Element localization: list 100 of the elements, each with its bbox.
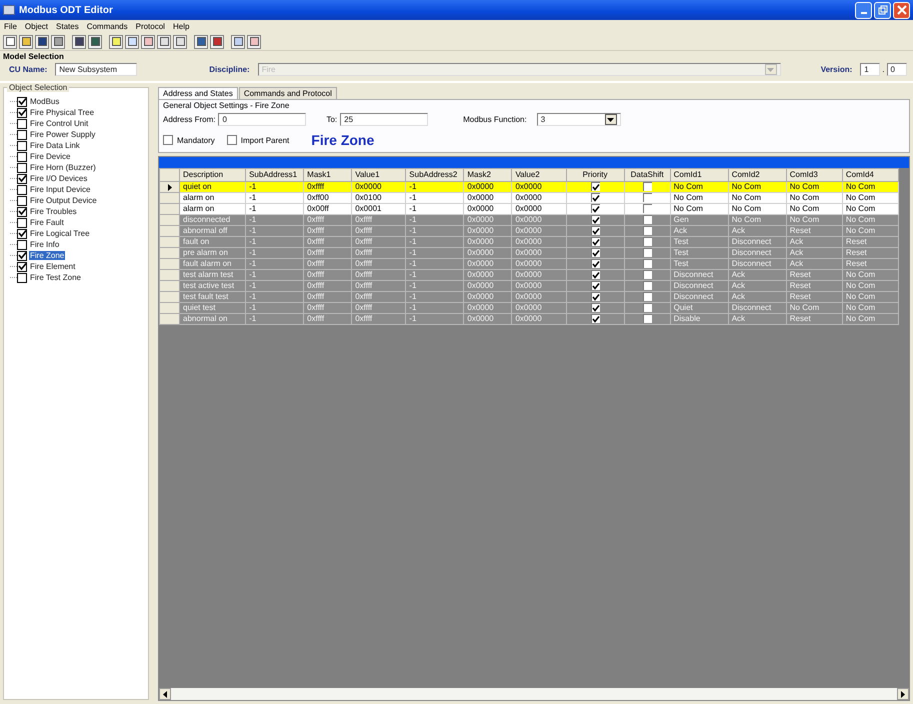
tree-item[interactable]: Fire Output Device — [29, 196, 98, 205]
horizontal-scrollbar[interactable] — [159, 688, 909, 700]
table-cell: Reset — [786, 314, 842, 324]
restore-button[interactable] — [874, 2, 891, 18]
table-cell: Disable — [670, 314, 728, 324]
field-label: Version: — [820, 65, 852, 74]
checkbox[interactable] — [17, 184, 27, 194]
table-cell: Ack — [728, 314, 786, 324]
data-shift-checkbox[interactable] — [642, 204, 652, 214]
section-title: Model Selection — [3, 52, 65, 61]
checkbox[interactable] — [17, 140, 27, 150]
checkbox[interactable] — [17, 108, 27, 118]
row-header[interactable] — [160, 182, 180, 192]
checkbox[interactable] — [17, 96, 27, 106]
caret-icon — [607, 118, 614, 122]
field-label: To: — [326, 115, 338, 124]
address-to-field[interactable]: 25 — [340, 113, 428, 126]
checkbox[interactable] — [17, 162, 27, 172]
window-title: Modbus ODT Editor — [19, 4, 114, 16]
tree-item[interactable]: Fire Data Link — [29, 141, 81, 150]
table-cell: 0xffff — [352, 314, 406, 324]
address-from-field[interactable]: 0 — [218, 113, 306, 126]
close-button[interactable] — [893, 2, 910, 18]
menu-item[interactable]: Protocol — [136, 22, 165, 31]
minimize-icon — [860, 12, 866, 14]
tree-item[interactable]: Fire Physical Tree — [29, 108, 96, 117]
tree-item[interactable]: Fire Horn (Buzzer) — [29, 163, 97, 172]
table-cell: 0xffff — [304, 314, 352, 324]
table-cell: abnormal on — [180, 314, 246, 324]
column-header[interactable]: SubAddress1 — [246, 168, 304, 182]
checkbox[interactable] — [17, 250, 27, 260]
menu-item[interactable]: File — [4, 22, 17, 31]
table-cell: No Com — [842, 314, 898, 324]
caret-icon — [767, 68, 774, 72]
menu-item[interactable]: Object — [24, 22, 48, 31]
import-parent-checkbox[interactable]: Import Parent — [226, 135, 290, 145]
column-header[interactable]: Value2 — [512, 168, 566, 182]
data-shift-checkbox[interactable] — [642, 194, 652, 202]
checkbox[interactable] — [17, 240, 27, 250]
version-separator: . — [882, 65, 884, 74]
column-header[interactable]: Priority — [566, 168, 624, 182]
checkbox[interactable] — [17, 262, 27, 272]
tree-item[interactable]: Fire Zone — [29, 251, 66, 260]
checkbox[interactable] — [17, 152, 27, 162]
table-cell: 0x0000 — [512, 314, 566, 324]
modbus-function-dropdown[interactable]: 3 — [536, 113, 621, 126]
tree-item[interactable]: Fire Fault — [29, 218, 65, 227]
checkbox[interactable] — [17, 118, 27, 128]
column-header[interactable]: ComId4 — [842, 168, 898, 182]
menu-item[interactable]: States — [56, 22, 79, 31]
tree-item[interactable]: Fire Input Device — [29, 185, 92, 194]
priority-checkbox[interactable] — [590, 182, 600, 192]
column-header[interactable]: ComId1 — [670, 168, 728, 182]
version-field[interactable]: 0 — [886, 63, 906, 76]
tree-item[interactable]: Fire Control Unit — [29, 119, 90, 128]
checkbox[interactable] — [17, 130, 27, 140]
panel-title: Object Selection — [7, 83, 70, 92]
field-label: CU Name: — [9, 65, 48, 74]
checkbox[interactable] — [17, 228, 27, 238]
tab[interactable]: Commands and Protocol — [238, 87, 337, 99]
tree-item[interactable]: Fire Info — [29, 240, 60, 249]
table-cell: 0x0000 — [464, 314, 512, 324]
tab[interactable]: Address and States — [158, 87, 238, 99]
tree-item[interactable]: Fire Logical Tree — [29, 229, 91, 238]
checkbox[interactable] — [17, 206, 27, 216]
section-title: General Object Settings - Fire Zone — [163, 101, 290, 110]
field-label: Modbus Function: — [463, 115, 527, 124]
tree-item[interactable]: ModBus — [29, 97, 60, 106]
mandatory-checkbox[interactable]: Mandatory — [163, 135, 215, 145]
menu-item[interactable]: Help — [172, 22, 190, 31]
tree-item[interactable]: Fire Power Supply — [29, 130, 96, 139]
restore-icon — [878, 5, 888, 15]
tree-item[interactable]: Fire Element — [29, 262, 76, 271]
checkbox[interactable] — [17, 196, 27, 206]
menu-item[interactable]: Commands — [86, 22, 128, 31]
priority-checkbox[interactable] — [590, 194, 600, 202]
priority-checkbox[interactable] — [590, 204, 600, 214]
version-field[interactable]: 1 — [860, 63, 880, 76]
checkbox[interactable] — [17, 272, 27, 282]
column-header[interactable]: ComId3 — [786, 168, 842, 182]
tree-item[interactable]: Fire Troubles — [29, 207, 78, 216]
object-heading: Fire Zone — [311, 132, 374, 148]
checkbox[interactable] — [17, 174, 27, 184]
right-arrow-icon[interactable] — [901, 690, 905, 698]
tree-item[interactable]: Fire Test Zone — [29, 273, 82, 282]
table-cell: -1 — [246, 314, 304, 324]
left-arrow-icon[interactable] — [163, 690, 167, 698]
field-label: Discipline: — [209, 65, 250, 74]
column-header[interactable]: ComId2 — [728, 168, 786, 182]
app-icon — [3, 5, 15, 15]
column-header[interactable]: SubAddress2 — [406, 168, 464, 182]
cu-name-field[interactable]: New Subsystem — [55, 63, 138, 76]
column-header[interactable]: Description — [180, 168, 246, 182]
checkbox[interactable] — [17, 218, 27, 228]
data-shift-checkbox[interactable] — [642, 182, 652, 192]
table-cell: -1 — [406, 314, 464, 324]
tree-item[interactable]: Fire I/O Devices — [29, 174, 88, 183]
tree-item[interactable]: Fire Device — [29, 152, 72, 161]
field-label: Address From: — [163, 115, 216, 124]
minimize-button[interactable] — [855, 2, 872, 18]
